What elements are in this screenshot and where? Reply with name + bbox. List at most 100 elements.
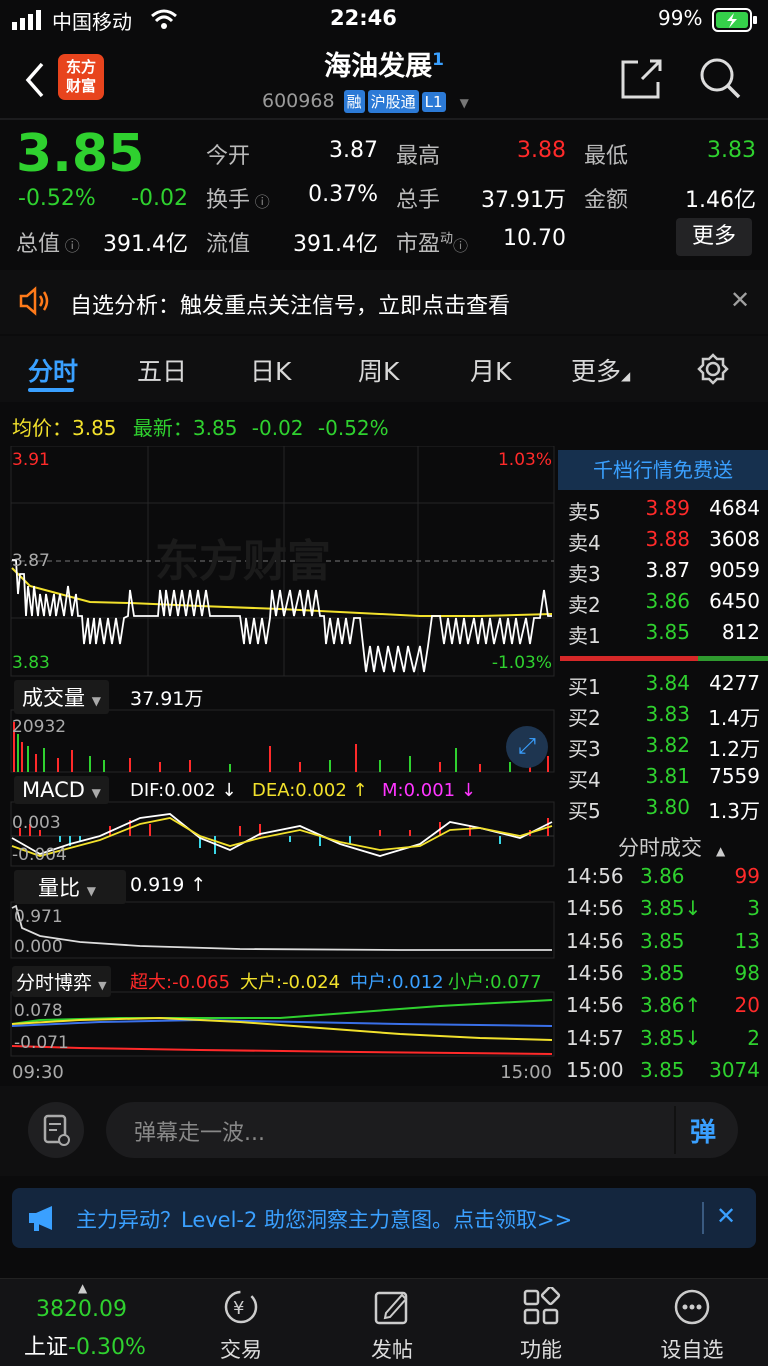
high-label: 最高 — [396, 144, 441, 169]
ask-level-label: 卖4 — [568, 531, 601, 555]
ask-row[interactable]: 卖5 3.89 4684 — [558, 496, 768, 527]
nav-functions[interactable]: 功能 — [486, 1285, 596, 1364]
bid-level-label: 买1 — [568, 675, 601, 699]
trade-volume: 2 — [747, 1025, 760, 1050]
search-icon[interactable] — [698, 56, 742, 100]
amount-label: 金额 — [584, 188, 629, 213]
flow-big: 大户:-0.024 — [240, 972, 341, 993]
tab-intraday[interactable]: 分时 — [28, 352, 78, 388]
settings-gear-icon[interactable] — [696, 352, 730, 386]
ask-price: 3.87 — [645, 558, 690, 582]
trade-volume: 20 — [734, 993, 760, 1018]
bid-row[interactable]: 买2 3.83 1.4万 — [558, 702, 768, 733]
tab-active-indicator — [28, 388, 74, 392]
y-max-label: 3.91 — [12, 450, 50, 470]
flow-panel-selector[interactable]: 分时博弈 ▼ — [12, 966, 111, 997]
tab-daily-k[interactable]: 日K — [250, 352, 291, 388]
bid-row[interactable]: 买3 3.82 1.2万 — [558, 733, 768, 764]
tab-more[interactable]: 更多◢ — [571, 352, 630, 388]
grid-icon — [523, 1285, 561, 1325]
edit-icon — [374, 1291, 408, 1325]
lb-bot-label: 0.000 — [14, 937, 63, 957]
carrier-name: 中国移动 — [52, 10, 132, 34]
level2-promo-banner[interactable]: 千档行情免费送 — [558, 450, 768, 490]
more-button[interactable]: 更多 — [676, 218, 752, 256]
trades-title[interactable]: 分时成交 ▲ — [618, 832, 725, 862]
danmaku-toggle[interactable] — [28, 1102, 84, 1158]
trade-row: 14:57 3.85↓ 2 — [558, 1026, 768, 1058]
bid-row[interactable]: 买1 3.84 4277 — [558, 671, 768, 702]
ask-row[interactable]: 卖2 3.86 6450 — [558, 589, 768, 620]
period-tabs: 分时 五日 日K 周K 月K 更多◢ — [0, 336, 768, 402]
tab-five-day[interactable]: 五日 — [137, 352, 187, 388]
ask-price: 3.85 — [645, 620, 690, 644]
bid-volume: 7559 — [709, 764, 760, 788]
share-icon[interactable] — [620, 58, 664, 100]
volume-ratio-selector[interactable]: 量比 ▼ — [14, 870, 126, 904]
bid-volume: 4277 — [709, 671, 760, 695]
low-label: 最低 — [584, 144, 629, 169]
lb-top-label: 0.971 — [14, 907, 63, 927]
index-line[interactable]: 上证-0.30% — [24, 1329, 146, 1361]
stock-code: 600968 — [262, 90, 335, 112]
bid-level-label: 买2 — [568, 706, 601, 730]
tab-weekly-k[interactable]: 周K — [358, 352, 399, 388]
close-icon[interactable]: ✕ — [730, 286, 750, 314]
macd-panel-selector[interactable]: MACD ▼ — [14, 776, 109, 804]
wifi-icon — [151, 9, 177, 29]
notice-bar[interactable]: 自选分析：触发重点关注信号，立即点击查看 ✕ — [0, 270, 768, 334]
ask-level-label: 卖5 — [568, 500, 601, 524]
tab-monthly-k[interactable]: 月K — [470, 352, 511, 388]
expand-icon[interactable]: ⤢ — [506, 726, 548, 768]
trade-time: 15:00 — [566, 1057, 624, 1082]
vol-max-label: 20932 — [12, 717, 66, 737]
clock: 22:46 — [330, 6, 397, 30]
more-dots-icon — [674, 1289, 710, 1325]
trade-price: 3.85 — [640, 1057, 685, 1082]
ask-row[interactable]: 卖4 3.88 3608 — [558, 527, 768, 558]
by-top-label: 0.078 — [14, 1001, 63, 1021]
level2-ad-banner[interactable]: 主力异动？Level-2 助您洞察主力意图。点击领取>> ✕ — [12, 1188, 756, 1248]
ad-text: 主力异动？Level-2 助您洞察主力意图。点击领取>> — [76, 1208, 573, 1232]
ask-price: 3.86 — [645, 589, 690, 613]
float-value: 391.4亿 — [293, 232, 378, 257]
trade-price: 3.85 — [640, 928, 685, 953]
flow-mid: 中户:0.012 — [350, 972, 444, 993]
bid-level-label: 买3 — [568, 737, 601, 761]
ask-volume: 9059 — [709, 558, 760, 582]
trade-row: 15:00 3.85 3074 — [558, 1058, 768, 1090]
nav-trade[interactable]: ¥ 交易 — [186, 1287, 296, 1364]
macd-dea: DEA:0.002 ↑ — [252, 780, 368, 801]
pct-bot-label: -1.03% — [492, 653, 552, 673]
bid-row[interactable]: 买4 3.81 7559 — [558, 764, 768, 795]
bid-row[interactable]: 买5 3.80 1.3万 — [558, 795, 768, 826]
danmaku-send-button[interactable]: 弹 — [690, 1112, 716, 1149]
ad-close-icon[interactable]: ✕ — [716, 1202, 736, 1230]
ask-row[interactable]: 卖1 3.85 812 — [558, 620, 768, 651]
trade-row: 14:56 3.86 99 — [558, 864, 768, 896]
megaphone-icon — [29, 1206, 52, 1231]
volume-ratio-line — [11, 904, 552, 951]
ask-row[interactable]: 卖3 3.87 9059 — [558, 558, 768, 589]
bid-level-label: 买5 — [568, 799, 601, 823]
amount-value: 1.46亿 — [685, 188, 756, 213]
bid-price: 3.84 — [645, 671, 690, 695]
signal-icon — [12, 10, 41, 30]
nav-post[interactable]: 发帖 — [337, 1287, 447, 1364]
time-end-label: 15:00 — [500, 1062, 552, 1083]
bid-volume: 1.4万 — [708, 706, 760, 730]
trade-row: 14:56 3.85 13 — [558, 929, 768, 961]
time-start-label: 09:30 — [12, 1062, 64, 1083]
ask-bid-ratio-bar — [560, 656, 698, 661]
bid-volume: 1.3万 — [708, 799, 760, 823]
comment-placeholder: 弹幕走一波... — [134, 1121, 265, 1146]
bid-level-label: 买4 — [568, 768, 601, 792]
notice-text: 自选分析：触发重点关注信号，立即点击查看 — [70, 294, 511, 319]
comment-input[interactable]: 弹幕走一波... 弹 — [106, 1102, 738, 1158]
volume-panel-selector[interactable]: 成交量 ▼ — [14, 680, 109, 714]
flow-small: 小户:0.077 — [448, 972, 542, 993]
volume-value: 37.91万 — [481, 188, 566, 213]
index-value[interactable]: 3820.09 — [36, 1297, 127, 1322]
tag-margin: 融 — [343, 90, 365, 113]
nav-add-watchlist[interactable]: 设自选 — [637, 1287, 747, 1364]
